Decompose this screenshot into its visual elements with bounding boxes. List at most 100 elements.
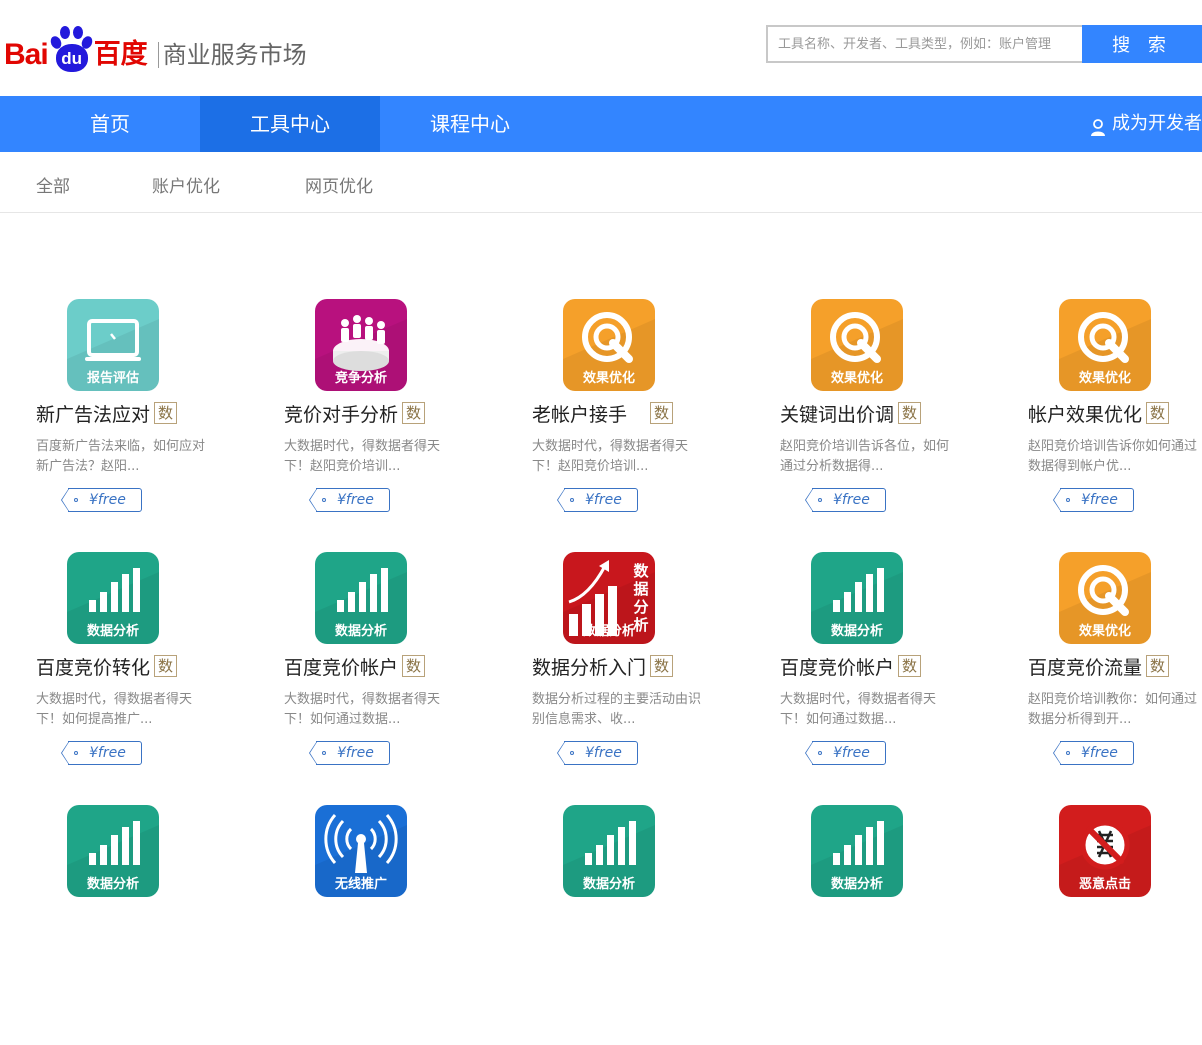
tool-card[interactable]: 效果优化帐户效果优化数赵阳竞价培训告诉你如何通过数据得到帐户优... ¥free	[1028, 299, 1202, 539]
tool-title-text: 竞价对手分析	[284, 404, 399, 426]
tool-title[interactable]: 百度竞价流量数	[1028, 654, 1170, 682]
tool-card[interactable]: 数据分析百度竞价帐户数大数据时代，得数据者得天下！如何通过数据... ¥free	[780, 552, 1010, 792]
tool-title[interactable]: 关键词出价调数	[780, 401, 922, 429]
target-optimize-icon[interactable]: 效果优化	[1059, 552, 1151, 644]
category-tab-account-optimize[interactable]: 账户优化	[152, 152, 220, 212]
bar-chart-icon[interactable]: 数据分析	[563, 805, 655, 897]
tool-description: 赵阳竞价培训教你：如何通过数据分析得到开...	[1028, 692, 1198, 727]
tool-card[interactable]: 效果优化关键词出价调数赵阳竞价培训告诉各位，如何通过分析数据得... ¥free	[780, 299, 1010, 539]
bar-chart-icon[interactable]: 数据分析	[67, 805, 159, 897]
price-text: ¥free	[585, 492, 622, 508]
tool-description: 赵阳竞价培训告诉各位，如何通过分析数据得...	[780, 439, 950, 474]
price-tag-hole-icon	[322, 751, 326, 755]
price-tag[interactable]: ¥free	[310, 488, 390, 512]
price-tag[interactable]: ¥free	[558, 741, 638, 765]
price-tag[interactable]: ¥free	[62, 488, 142, 512]
tool-card[interactable]: 数据分析百度竞价帐户数大数据时代，得数据者得天下！如何通过数据... ¥free	[284, 552, 514, 792]
tool-card[interactable]: 数据分析	[532, 805, 762, 1045]
tool-card[interactable]: 报告评估 新广告法应对数百度新广告法来临，如何应对新广告法？赵阳... ¥free	[36, 299, 266, 539]
price-tag[interactable]: ¥free	[310, 741, 390, 765]
price-tag[interactable]: ¥free	[62, 741, 142, 765]
bar-chart-icon[interactable]: 数据分析	[315, 552, 407, 644]
tool-title[interactable]: 百度竞价帐户数	[284, 654, 426, 682]
tool-card[interactable]: 效果优化百度竞价流量数赵阳竞价培训教你：如何通过数据分析得到开... ¥free	[1028, 552, 1202, 792]
tool-title[interactable]: 竞价对手分析数	[284, 401, 426, 429]
price-tag[interactable]: ¥free	[558, 488, 638, 512]
tool-icon-label: 数据分析	[334, 624, 387, 639]
competition-people-icon[interactable]: 竞争分析	[315, 299, 407, 391]
tool-title[interactable]: 新广告法应对数	[36, 401, 178, 429]
category-tab-webpage-optimize[interactable]: 网页优化	[305, 152, 373, 212]
tool-title-text: 百度竞价帐户	[780, 657, 895, 679]
price-text: ¥free	[585, 745, 622, 761]
svg-text:数: 数	[633, 562, 649, 580]
nav-tab-course-center[interactable]: 课程中心	[380, 96, 560, 152]
become-developer-link[interactable]: 成为开发者	[1090, 96, 1202, 152]
wireless-icon[interactable]: 无线推广	[315, 805, 407, 897]
data-category-badge: 数	[154, 655, 178, 677]
report-laptop-icon[interactable]: 报告评估	[67, 299, 159, 391]
tool-title-text: 帐户效果优化	[1028, 404, 1143, 426]
tool-icon-label: 数据分析	[830, 877, 883, 892]
bar-chart-icon[interactable]: 数据分析	[67, 552, 159, 644]
bar-chart-icon[interactable]: 数据分析	[811, 805, 903, 897]
tool-title[interactable]: 数据分析入门数	[532, 654, 674, 682]
price-tag[interactable]: ¥free	[1054, 488, 1134, 512]
search-input[interactable]	[766, 25, 1082, 63]
tool-icon-label: 无线推广	[334, 877, 387, 892]
target-optimize-icon[interactable]: 效果优化	[1059, 299, 1151, 391]
price-text: ¥free	[337, 745, 374, 761]
tool-card[interactable]: 数据分析	[780, 805, 1010, 1045]
tool-icon-label: 数据分析	[86, 624, 139, 639]
tool-card[interactable]: 数据分析 数据分析 数据分析入门数数据分析过程的主要活动由识别信息需求、收... ¥…	[532, 552, 762, 792]
tool-title[interactable]: 帐户效果优化数	[1028, 401, 1170, 429]
logo-divider	[157, 42, 159, 68]
price-tag[interactable]: ¥free	[806, 741, 886, 765]
tool-icon-label: 报告评估	[86, 371, 139, 386]
baidu-logo[interactable]: Bai du 百度 商业服务市场	[4, 16, 307, 72]
category-tab-all[interactable]: 全部	[36, 152, 70, 212]
price-tag[interactable]: ¥free	[1054, 741, 1134, 765]
tool-description: 大数据时代，得数据者得天下！如何通过数据...	[780, 692, 937, 727]
tool-card[interactable]: 效果优化老帐户接手 数大数据时代，得数据者得天下！赵阳竞价培训... ¥free	[532, 299, 762, 539]
growth-chart-icon[interactable]: 数据分析 数据分析	[563, 552, 655, 644]
become-developer-label: 成为开发者	[1112, 113, 1202, 134]
tool-description: 大数据时代，得数据者得天下！如何通过数据...	[284, 692, 441, 727]
price-tag-hole-icon	[570, 498, 574, 502]
data-category-badge: 数	[650, 402, 674, 424]
target-optimize-icon[interactable]: 效果优化	[811, 299, 903, 391]
tool-title[interactable]: 老帐户接手 数	[532, 401, 674, 429]
tool-icon-label: 数据分析	[830, 624, 883, 639]
tool-title[interactable]: 百度竞价转化数	[36, 654, 178, 682]
category-tabs: 全部 账户优化 网页优化	[0, 152, 1202, 213]
tool-description: 大数据时代，得数据者得天下！赵阳竞价培训...	[532, 439, 689, 474]
data-category-badge: 数	[650, 655, 674, 677]
tool-title-text: 百度竞价流量	[1028, 657, 1143, 679]
search-button[interactable]: 搜 索	[1082, 25, 1202, 63]
price-tag-hole-icon	[818, 751, 822, 755]
data-category-badge: 数	[154, 402, 178, 424]
nav-tab-home[interactable]: 首页	[20, 96, 200, 152]
search-box: 搜 索	[766, 25, 1202, 63]
tool-title-text: 老帐户接手	[532, 404, 647, 426]
logo-text-cn: 百度	[93, 39, 148, 70]
price-tag[interactable]: ¥free	[806, 488, 886, 512]
tool-icon-label: 数据分析	[86, 877, 139, 892]
nav-tab-tool-center[interactable]: 工具中心	[200, 96, 380, 152]
tool-card[interactable]: 数据分析	[36, 805, 266, 1045]
data-category-badge: 数	[1146, 655, 1170, 677]
bar-chart-icon[interactable]: 数据分析	[811, 552, 903, 644]
logo-text-paw: du	[55, 44, 88, 72]
data-category-badge: 数	[898, 655, 922, 677]
tool-card[interactable]: 数据分析 百度竞价转化数大数据时代，得数据者得天下！如何提高推广... ¥free	[36, 552, 266, 792]
tool-icon-label: 竞争分析	[334, 371, 387, 386]
no-click-icon[interactable]: 恶意点击	[1059, 805, 1151, 897]
tool-card[interactable]: 竞争分析 竞价对手分析数大数据时代，得数据者得天下！赵阳竞价培训... ¥free	[284, 299, 514, 539]
price-tag-hole-icon	[1066, 751, 1070, 755]
target-optimize-icon[interactable]: 效果优化	[563, 299, 655, 391]
svg-text:分: 分	[633, 598, 648, 616]
tool-description: 赵阳竞价培训告诉你如何通过数据得到帐户优...	[1028, 439, 1198, 474]
tool-title[interactable]: 百度竞价帐户数	[780, 654, 922, 682]
tool-card[interactable]: 无线推广	[284, 805, 514, 1045]
tool-card[interactable]: 恶意点击	[1028, 805, 1202, 1045]
